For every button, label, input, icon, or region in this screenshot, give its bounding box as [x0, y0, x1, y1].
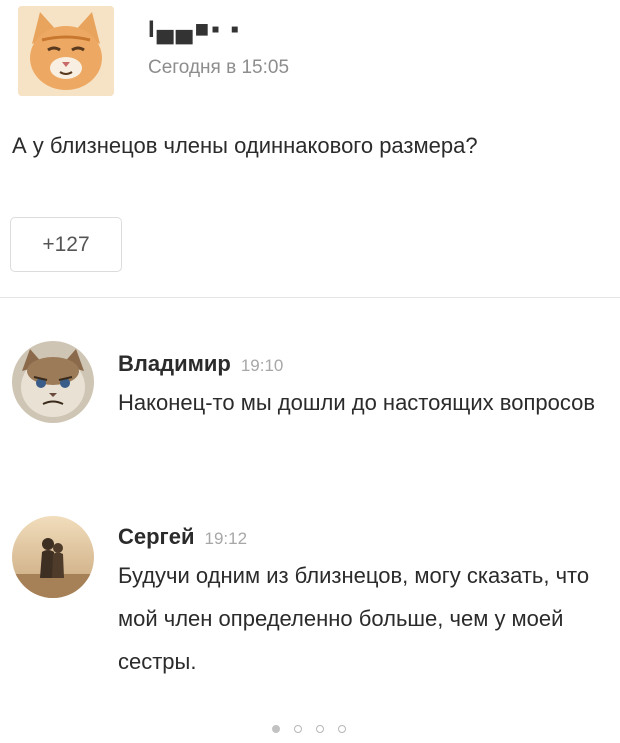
divider	[0, 297, 620, 298]
comment-text: Будучи одним из близнецов, могу сказать,…	[118, 563, 590, 674]
post-author-avatar[interactable]	[18, 6, 114, 96]
post-text: А у близнецов члены одиннакового размера…	[12, 133, 478, 158]
comment-author-name[interactable]: Сергей	[118, 524, 194, 550]
pagination-dots	[272, 725, 346, 733]
comment-header: Владимир 19:10	[118, 351, 283, 377]
pagination-dot[interactable]	[338, 725, 346, 733]
comment-text: Наконец-то мы дошли до настоящих вопросо…	[118, 390, 596, 415]
comment-timestamp: 19:12	[204, 529, 248, 548]
comment-author-avatar[interactable]	[12, 341, 94, 423]
pagination-dot[interactable]	[316, 725, 324, 733]
post-author-name[interactable]: I▄▄■▪ ▪	[148, 16, 241, 44]
comment-timestamp: 19:10	[240, 356, 284, 375]
comment-author-avatar[interactable]	[12, 516, 94, 598]
pagination-dot[interactable]	[294, 725, 302, 733]
comment-header: Сергей 19:12	[118, 524, 247, 550]
like-button[interactable]: +127	[10, 217, 122, 272]
post-timestamp: Сегодня в 15:05	[148, 57, 290, 78]
post: I▄▄■▪ ▪ Сегодня в 15:05 А у близнецов чл…	[0, 0, 620, 297]
pagination-dot[interactable]	[272, 725, 280, 733]
cat-avatar-icon	[18, 6, 114, 96]
comment-author-name[interactable]: Владимир	[118, 351, 231, 377]
couple-photo-icon	[12, 516, 94, 598]
grumpy-cat-icon	[12, 341, 94, 423]
